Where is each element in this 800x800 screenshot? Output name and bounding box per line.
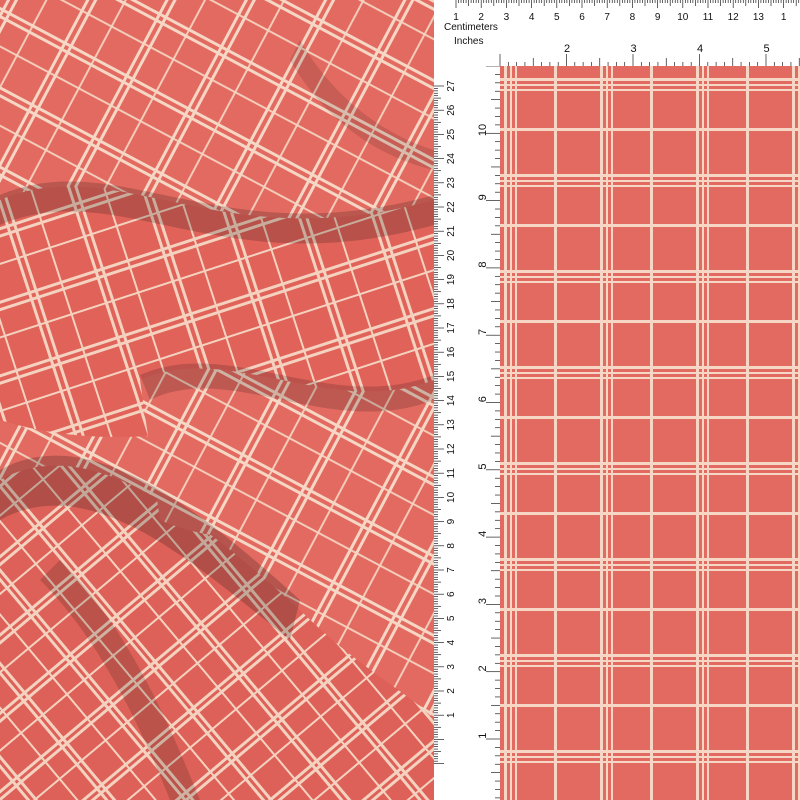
- ruler-left-cm-label: 1: [446, 712, 457, 718]
- ruler-top-cm-label: 5: [554, 12, 560, 23]
- ruler-left-inch-label: 3: [477, 598, 489, 604]
- ruler-left-cm-label: 14: [446, 395, 457, 407]
- flat-fabric-swatch: [500, 66, 800, 800]
- ruler-left-cm-label: 4: [446, 639, 457, 645]
- ruler-top-cm-label: 13: [753, 12, 765, 23]
- ruler-left-cm-label: 27: [446, 80, 457, 92]
- ruler-left-cm-label: 25: [446, 128, 457, 140]
- ruler-top-inch-label: 3: [630, 43, 636, 55]
- ruler-inches-label: Inches: [454, 36, 484, 47]
- ruler-top-ticks: 1 2 3 4 5 6 7 8 9 10 11 12 13 12 3 4 5: [453, 0, 800, 66]
- draped-fabric-photo: [0, 0, 434, 800]
- ruler-left-cm-label: 13: [446, 419, 457, 431]
- ruler-left-cm-label: 22: [446, 201, 457, 213]
- ruler-top-inch-label: 2: [564, 43, 570, 55]
- ruler-top-cm-label: 8: [630, 12, 636, 23]
- ruler-left-inch-label: 2: [477, 665, 489, 671]
- ruler-left-cm-label: 5: [446, 615, 457, 621]
- ruler-left-cm-label: 26: [446, 104, 457, 116]
- ruler-top-inch-label: 5: [763, 43, 769, 55]
- flat-fabric-svg: [500, 66, 800, 800]
- ruler-left-cm-label: 2: [446, 688, 457, 694]
- ruler-centimeters-label: Centimeters: [444, 22, 498, 33]
- ruler-left-cm-label: 11: [446, 468, 457, 479]
- ruler-top: 1 2 3 4 5 6 7 8 9 10 11 12 13 1 2 3 4 5 Centimeters Inche…: [434, 0, 800, 67]
- ruler-top-cm-label: 12: [728, 12, 740, 23]
- ruler-left-inch-label: 9: [477, 194, 489, 200]
- ruler-top-cm-label: 10: [677, 12, 689, 23]
- ruler-top-cm-label: 9: [655, 12, 661, 23]
- ruler-left-cm-label: 18: [446, 298, 457, 310]
- ruler-left-inch-label: 1: [477, 733, 489, 739]
- ruler-left-cm-label: 7: [446, 567, 457, 573]
- ruler-left-cm-label: 3: [446, 664, 457, 670]
- ruler-top-cm-label: 1: [781, 12, 787, 23]
- ruler-top-cm-label: 6: [579, 12, 585, 23]
- ruler-left-cm-label: 20: [446, 249, 457, 261]
- draped-fabric-svg: [0, 0, 434, 800]
- ruler-left-inch-label: 5: [477, 463, 489, 469]
- ruler-top-inch-label: 4: [697, 43, 703, 55]
- ruler-left-ticks: 2726252423222120191817161514131211109876…: [434, 66, 500, 799]
- ruler-left-cm-label: 10: [446, 491, 457, 503]
- ruler-left: 27 26 25 24 23 22 21 20 19 18 17 16 15 14 13 12 11 10 9 8 7 6…: [434, 66, 501, 800]
- ruler-left-cm-label: 16: [446, 346, 457, 358]
- ruler-left-inch-label: 6: [477, 396, 489, 402]
- ruler-left-cm-label: 19: [446, 274, 457, 286]
- ruler-left-cm-label: 15: [446, 370, 457, 382]
- ruler-top-cm-label: 3: [504, 12, 510, 23]
- ruler-top-cm-label: 4: [529, 12, 535, 23]
- ruler-left-cm-label: 8: [446, 543, 457, 549]
- ruler-left-inch-label: 7: [477, 329, 489, 335]
- ruler-left-cm-label: 6: [446, 591, 457, 597]
- ruler-left-cm-label: 23: [446, 177, 457, 189]
- ruler-left-cm-label: 21: [446, 225, 457, 237]
- ruler-top-cm-label: 7: [604, 12, 610, 23]
- ruler-left-cm-label: 17: [446, 322, 457, 334]
- ruler-left-inch-label: 10: [477, 124, 489, 136]
- ruler-left-inch-label: 4: [477, 531, 489, 537]
- ruler-left-cm-label: 9: [446, 518, 457, 524]
- ruler-left-cm-label: 24: [446, 153, 457, 165]
- ruler-left-cm-label: 12: [446, 443, 457, 455]
- ruler-top-cm-label: 11: [703, 12, 714, 23]
- ruler-left-inch-label: 8: [477, 262, 489, 268]
